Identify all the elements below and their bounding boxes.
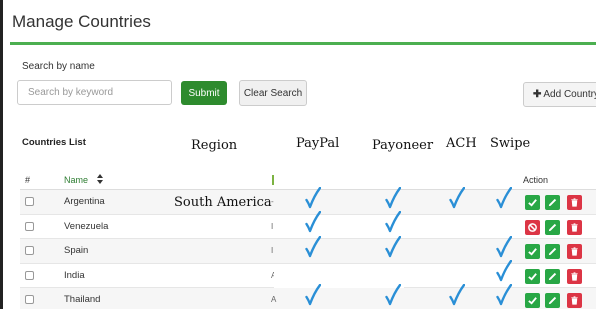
title-divider <box>10 42 596 45</box>
south-america-annotation: South America <box>174 195 272 210</box>
check-icon <box>528 272 537 281</box>
checkmark-icon <box>385 235 402 258</box>
delete-button[interactable] <box>567 268 582 284</box>
delete-button[interactable] <box>567 293 582 308</box>
edit-button[interactable] <box>545 219 560 235</box>
trash-icon <box>571 271 578 281</box>
ach-annotation: ACH <box>446 136 477 151</box>
checkmark-icon <box>385 283 402 306</box>
region-cell: I <box>271 246 274 255</box>
approve-button[interactable] <box>525 244 540 259</box>
checkmark-icon <box>496 235 513 258</box>
block-button[interactable] <box>525 219 540 235</box>
row-checkbox[interactable] <box>25 246 34 255</box>
edit-button[interactable] <box>545 195 560 210</box>
column-header-action: Action <box>523 175 549 185</box>
checkmark-icon <box>385 186 402 209</box>
swipe-annotation: Swipe <box>490 136 531 151</box>
page-title: Manage Countries <box>12 12 151 31</box>
approve-button[interactable] <box>525 268 540 284</box>
country-name: Thailand <box>64 294 101 305</box>
pencil-icon <box>548 198 557 207</box>
checkmark-icon <box>305 283 322 306</box>
checkmark-icon <box>305 210 322 233</box>
country-name: Spain <box>64 245 89 256</box>
checkmark-icon <box>496 186 513 209</box>
add-country-button[interactable]: ✚ Add Country <box>523 82 596 107</box>
search-label: Search by name <box>22 61 95 72</box>
delete-button[interactable] <box>567 219 582 235</box>
pencil-icon <box>548 296 557 305</box>
pencil-icon <box>548 223 557 231</box>
column-header-name[interactable]: Name <box>64 175 88 185</box>
paypal-annotation: PayPal <box>296 136 340 151</box>
sort-icon[interactable] <box>97 174 103 185</box>
edit-button[interactable] <box>545 293 560 308</box>
edit-button[interactable] <box>545 268 560 284</box>
column-header-region-edge <box>272 175 274 185</box>
plus-icon: ✚ <box>533 89 542 100</box>
column-header-index: # <box>25 175 31 185</box>
pencil-icon <box>548 247 557 256</box>
check-icon <box>528 199 537 207</box>
approve-button[interactable] <box>525 293 540 308</box>
block-icon <box>528 222 537 232</box>
approve-button[interactable] <box>525 195 540 210</box>
delete-button[interactable] <box>567 195 582 210</box>
checkmark-icon <box>449 186 466 209</box>
checkmark-icon <box>496 283 513 306</box>
checkmark-icon <box>449 283 466 306</box>
row-checkbox[interactable] <box>25 221 34 231</box>
region-cell: I <box>271 221 274 231</box>
region-cell: A <box>271 295 277 304</box>
country-name: Venezuela <box>64 220 109 232</box>
checkmark-icon <box>385 210 402 233</box>
add-country-label: Add Country <box>543 89 596 100</box>
region-annotation: Region <box>191 138 238 153</box>
trash-icon <box>571 222 578 232</box>
submit-button[interactable]: Submit <box>181 81 227 105</box>
trash-icon <box>571 296 578 305</box>
checkmark-icon <box>305 186 322 209</box>
checkmark-icon <box>305 235 322 258</box>
country-name: Argentina <box>64 196 105 207</box>
row-checkbox[interactable] <box>25 197 34 206</box>
payoneer-annotation: Payoneer <box>372 138 434 153</box>
left-window-edge <box>0 0 3 309</box>
list-title: Countries List <box>22 137 86 148</box>
check-icon <box>528 248 537 256</box>
trash-icon <box>571 247 578 256</box>
pencil-icon <box>548 272 557 280</box>
clear-search-button[interactable]: Clear Search <box>239 80 307 106</box>
check-icon <box>528 297 537 305</box>
search-input[interactable] <box>17 80 172 105</box>
checkmark-icon <box>496 259 513 282</box>
country-name: India <box>64 269 85 281</box>
edit-button[interactable] <box>545 244 560 259</box>
delete-button[interactable] <box>567 244 582 259</box>
row-checkbox[interactable] <box>25 270 34 280</box>
row-checkbox[interactable] <box>25 295 34 304</box>
trash-icon <box>571 198 578 207</box>
